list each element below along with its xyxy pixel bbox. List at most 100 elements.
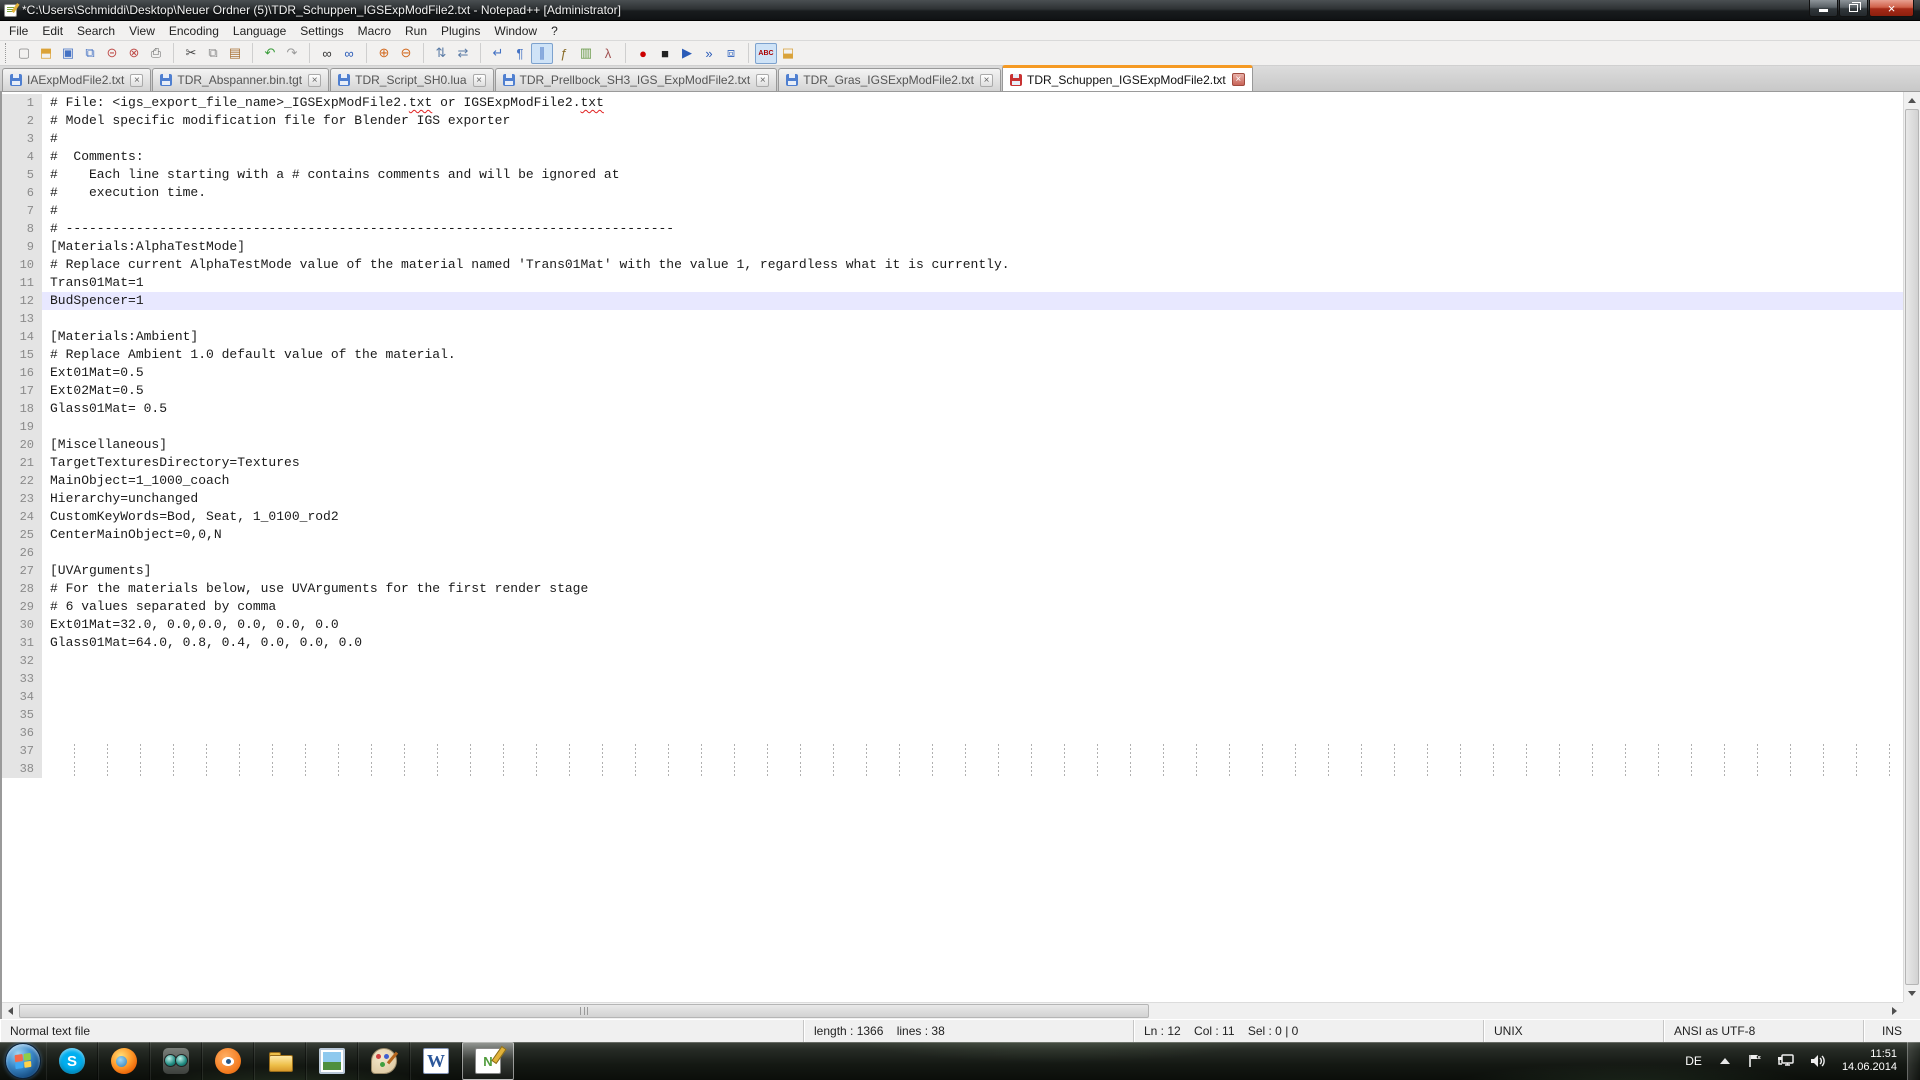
paste-button[interactable]: ▤ — [224, 43, 246, 64]
start-button[interactable] — [5, 1043, 41, 1079]
doc-switcher-button[interactable]: λ — [597, 43, 619, 64]
save-all-button[interactable]: ⧉ — [79, 43, 101, 64]
toolbar-separator[interactable] — [360, 43, 367, 63]
document-map-button[interactable]: ▥ — [575, 43, 597, 64]
code-line[interactable]: 26 — [2, 544, 1903, 562]
code-line[interactable]: 11 Trans01Mat=1 — [2, 274, 1903, 292]
code-line[interactable]: 23 Hierarchy=unchanged — [2, 490, 1903, 508]
toolbar-separator[interactable] — [246, 43, 253, 63]
tab-close-icon[interactable]: × — [1232, 73, 1245, 86]
close-button[interactable]: × — [1869, 0, 1914, 17]
code-line[interactable]: 2 # Model specific modification file for… — [2, 112, 1903, 130]
new-file-button[interactable]: ▢ — [13, 43, 35, 64]
code-line[interactable]: 9 [Materials:AlphaTestMode] — [2, 238, 1903, 256]
tab-close-icon[interactable]: × — [980, 74, 993, 87]
paint-taskbar-button[interactable] — [358, 1042, 410, 1080]
volume-icon[interactable] — [1809, 1053, 1827, 1069]
menu-item[interactable]: Run — [398, 22, 434, 40]
language-indicator[interactable]: DE — [1677, 1054, 1710, 1068]
menu-item[interactable]: File — [2, 22, 35, 40]
notepadpp-taskbar-button[interactable]: N — [462, 1042, 514, 1080]
tab-tdr-abspanner[interactable]: TDR_Abspanner.bin.tgt × — [152, 68, 329, 91]
vertical-scrollbar[interactable] — [1903, 92, 1920, 1002]
code-line[interactable]: 36 — [2, 724, 1903, 742]
hidden-icons-icon[interactable] — [1720, 1058, 1730, 1064]
find-button[interactable]: ∞ — [316, 43, 338, 64]
code-line[interactable]: 38 — [2, 760, 1903, 778]
code-line[interactable]: 33 — [2, 670, 1903, 688]
code-line[interactable]: 5 # Each line starting with a # contains… — [2, 166, 1903, 184]
macro-play-button[interactable]: ▶ — [676, 43, 698, 64]
code-line[interactable]: 16 Ext01Mat=0.5 — [2, 364, 1903, 382]
doc-peek-button[interactable]: ⬓ — [777, 43, 799, 64]
code-line[interactable]: 13 — [2, 310, 1903, 328]
macro-record-button[interactable]: ● — [632, 43, 654, 64]
function-list-button[interactable]: ƒ — [553, 43, 575, 64]
sync-vertical-scroll-button[interactable]: ⇅ — [430, 43, 452, 64]
code-line[interactable]: 1 # File: <igs_export_file_name>_IGSExpM… — [2, 94, 1903, 112]
menu-item[interactable]: Language — [226, 22, 293, 40]
action-center-flag-icon[interactable] — [1747, 1053, 1763, 1069]
code-line[interactable]: 4 # Comments: — [2, 148, 1903, 166]
tab-tdr-schuppen[interactable]: TDR_Schuppen_IGSExpModFile2.txt × — [1002, 65, 1253, 91]
replace-button[interactable]: ∞ — [338, 43, 360, 64]
redo-button[interactable]: ↷ — [281, 43, 303, 64]
toolbar-separator[interactable] — [474, 43, 481, 63]
photo-viewer-taskbar-button[interactable] — [306, 1042, 358, 1080]
toolbar-separator[interactable] — [619, 43, 626, 63]
code-line[interactable]: 15 # Replace Ambient 1.0 default value o… — [2, 346, 1903, 364]
open-file-button[interactable]: ⬒ — [35, 43, 57, 64]
tab-tdr-prellbock[interactable]: TDR_Prellbock_SH3_IGS_ExpModFile2.txt × — [495, 68, 778, 91]
horizontal-scrollbar[interactable] — [2, 1002, 1903, 1019]
menu-item[interactable]: Search — [70, 22, 122, 40]
code-line[interactable]: 19 — [2, 418, 1903, 436]
show-desktop-button[interactable] — [1907, 1042, 1920, 1080]
save-file-button[interactable]: ▣ — [57, 43, 79, 64]
code-line[interactable]: 24 CustomKeyWords=Bod, Seat, 1_0100_rod2 — [2, 508, 1903, 526]
spell-check-button[interactable]: ABC — [755, 43, 777, 64]
code-line[interactable]: 35 — [2, 706, 1903, 724]
cut-button[interactable]: ✂ — [180, 43, 202, 64]
code-line[interactable]: 17 Ext02Mat=0.5 — [2, 382, 1903, 400]
toolbar-separator[interactable] — [742, 43, 749, 63]
copy-button[interactable]: ⧉ — [202, 43, 224, 64]
minimize-button[interactable] — [1809, 0, 1838, 17]
macro-stop-button[interactable]: ■ — [654, 43, 676, 64]
zoom-in-button[interactable]: ⊕ — [373, 43, 395, 64]
tab-tdr-gras[interactable]: TDR_Gras_IGSExpModFile2.txt × — [778, 68, 1001, 91]
code-line[interactable]: 32 — [2, 652, 1903, 670]
zoom-out-button[interactable]: ⊖ — [395, 43, 417, 64]
close-all-button[interactable]: ⊗ — [123, 43, 145, 64]
print-button[interactable]: ⎙ — [145, 43, 167, 64]
menu-item[interactable]: Macro — [351, 22, 398, 40]
firefox-taskbar-button[interactable] — [98, 1042, 150, 1080]
text-editor[interactable]: 1 # File: <igs_export_file_name>_IGSExpM… — [0, 92, 1920, 1019]
show-all-characters-button[interactable]: ¶ — [509, 43, 531, 64]
close-file-button[interactable]: ⊝ — [101, 43, 123, 64]
skype-taskbar-button[interactable]: S — [46, 1042, 98, 1080]
word-wrap-button[interactable]: ↵ — [487, 43, 509, 64]
scroll-down-icon[interactable] — [1904, 985, 1920, 1002]
network-icon[interactable] — [1777, 1053, 1795, 1069]
tab-tdr-script-sh0[interactable]: TDR_Script_SH0.lua × — [330, 68, 493, 91]
code-line[interactable]: 25 CenterMainObject=0,0,N — [2, 526, 1903, 544]
macro-run-multiple-button[interactable]: » — [698, 43, 720, 64]
word-taskbar-button[interactable]: W — [410, 1042, 462, 1080]
tab-close-icon[interactable]: × — [473, 74, 486, 87]
blender-taskbar-button[interactable] — [202, 1042, 254, 1080]
code-line[interactable]: 37 — [2, 742, 1903, 760]
toolbar-separator[interactable] — [417, 43, 424, 63]
menu-item[interactable]: Settings — [293, 22, 350, 40]
scroll-up-icon[interactable] — [1904, 92, 1920, 109]
scroll-left-icon[interactable] — [2, 1003, 19, 1019]
maximize-button[interactable] — [1839, 0, 1868, 17]
code-line[interactable]: 31 Glass01Mat=64.0, 0.8, 0.4, 0.0, 0.0, … — [2, 634, 1903, 652]
code-line[interactable]: 6 # execution time. — [2, 184, 1903, 202]
clock[interactable]: 11:51 14.06.2014 — [1842, 1048, 1897, 1074]
binoculars-viewer-taskbar-button[interactable] — [150, 1042, 202, 1080]
menu-item[interactable]: ? — [544, 22, 565, 40]
code-line[interactable]: 7 # — [2, 202, 1903, 220]
menu-item[interactable]: Edit — [35, 22, 70, 40]
code-line[interactable]: 20 [Miscellaneous] — [2, 436, 1903, 454]
show-indent-guide-button[interactable]: ∥ — [531, 43, 553, 64]
